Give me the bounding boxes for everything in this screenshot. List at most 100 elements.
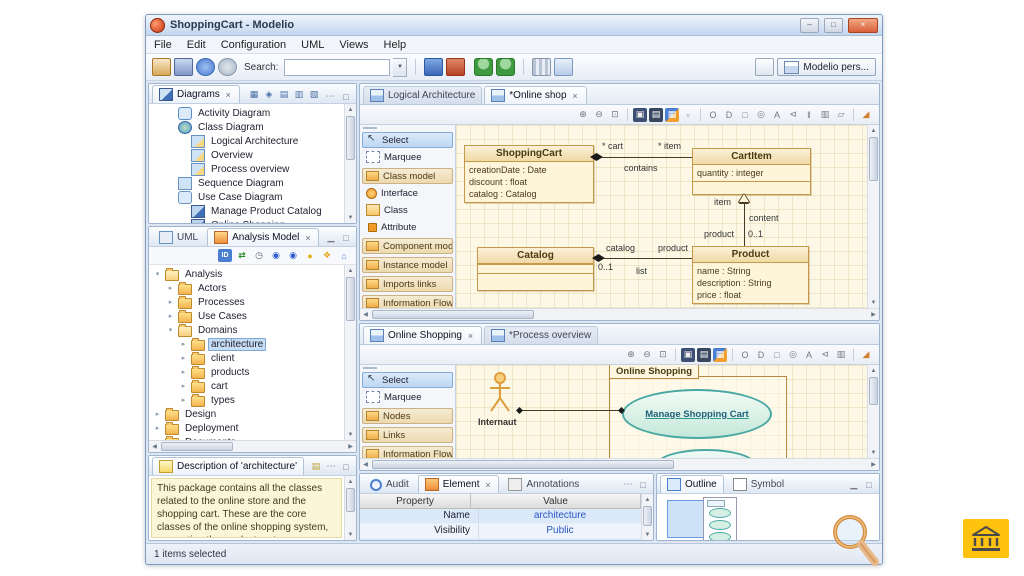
association-line[interactable] xyxy=(518,410,622,411)
palette-item[interactable]: Imports links xyxy=(362,276,453,292)
export-image-icon[interactable]: ▦ xyxy=(713,348,727,362)
column-header[interactable]: Value xyxy=(471,494,641,508)
scroll-up-icon[interactable]: ▲ xyxy=(642,494,653,505)
tree-item[interactable]: ▸ Actors xyxy=(149,281,344,295)
scroll-thumb[interactable] xyxy=(869,377,878,405)
menu-item[interactable]: Edit xyxy=(187,39,206,51)
show-notes-icon[interactable]: □ xyxy=(770,348,784,362)
properties-tab[interactable]: Element × xyxy=(418,475,500,493)
show-attributes-icon[interactable]: A xyxy=(802,348,816,362)
tree-item[interactable]: Online Shopping xyxy=(149,218,344,223)
save-image-icon[interactable]: ▤ xyxy=(697,348,711,362)
close-icon[interactable]: × xyxy=(466,331,475,341)
new-model-icon[interactable] xyxy=(152,58,171,76)
diagram-toolbar-icon[interactable] xyxy=(853,348,854,361)
snapshot-icon[interactable]: ▣ xyxy=(681,348,695,362)
scroll-down-icon[interactable]: ▼ xyxy=(868,297,879,308)
add-user-icon[interactable] xyxy=(474,58,493,76)
new-state-diagram-icon[interactable]: ▧ xyxy=(307,88,321,101)
id-card-icon[interactable]: ID xyxy=(218,249,232,262)
tree-item[interactable]: ▸ Use Cases xyxy=(149,309,344,323)
expander-icon[interactable]: ▾ xyxy=(166,326,175,334)
close-icon[interactable]: × xyxy=(224,90,233,100)
properties-tab[interactable]: Annotations xyxy=(501,475,586,493)
tree-item[interactable]: ▸ products xyxy=(149,365,344,379)
class-shoppingcart[interactable]: ShoppingCart creationDate : Datediscount… xyxy=(464,145,594,203)
maximize-panel-icon[interactable]: □ xyxy=(339,231,353,244)
snapshot-icon[interactable]: ▣ xyxy=(633,108,647,122)
redo-icon[interactable] xyxy=(218,58,237,76)
scroll-thumb[interactable] xyxy=(346,488,355,512)
pen-icon[interactable]: ◢ xyxy=(859,348,873,362)
palette-item[interactable]: Links xyxy=(362,427,453,443)
scroll-thumb[interactable] xyxy=(161,442,233,451)
usecase-manage-shopping-cart[interactable]: Manage Shopping Cart xyxy=(622,389,772,439)
save-image-icon[interactable]: ▤ xyxy=(649,108,663,122)
new-note-icon[interactable]: ▤ xyxy=(309,460,323,473)
menu-item[interactable]: Configuration xyxy=(221,39,286,51)
expander-icon[interactable]: ▾ xyxy=(153,270,162,278)
sync-green-icon[interactable]: ⇄ xyxy=(235,249,249,262)
close-icon[interactable]: × xyxy=(483,480,492,490)
tree-item[interactable]: Logical Architecture xyxy=(149,134,344,148)
class-cartitem[interactable]: CartItem quantity : integer xyxy=(692,148,811,195)
tree-item[interactable]: ▸ Design xyxy=(149,407,344,421)
property-value[interactable] xyxy=(479,539,641,541)
scroll-left-icon[interactable]: ◀ xyxy=(360,459,371,470)
property-value[interactable]: architecture xyxy=(479,509,641,523)
tree-item[interactable]: ▸ Processes xyxy=(149,295,344,309)
scroll-thumb[interactable] xyxy=(346,277,355,321)
palette-item[interactable]: Select xyxy=(362,372,453,388)
expander-icon[interactable]: ▸ xyxy=(153,424,162,432)
new-activity-diagram-icon[interactable]: ▥ xyxy=(292,88,306,101)
hand-icon[interactable]: ❖ xyxy=(320,249,334,262)
model-panel-tab[interactable]: Analysis Model × xyxy=(207,228,319,246)
class-catalog[interactable]: Catalog xyxy=(477,247,594,291)
scroll-down-icon[interactable]: ▼ xyxy=(345,529,356,540)
vertical-scrollbar[interactable]: ▲ ▼ xyxy=(344,265,356,440)
tree-item[interactable]: Sequence Diagram xyxy=(149,176,344,190)
scroll-down-icon[interactable]: ▼ xyxy=(345,212,356,223)
model-panel-tab[interactable]: UML xyxy=(152,228,205,246)
layout-icon[interactable] xyxy=(532,58,551,76)
tab-description[interactable]: Description of 'architecture' xyxy=(152,457,304,475)
new-sequence-diagram-icon[interactable]: ▤ xyxy=(277,88,291,101)
search-input[interactable] xyxy=(284,59,390,76)
editor-tab[interactable]: Online Shopping × xyxy=(363,326,482,344)
uml-scope-icon[interactable]: ◉ xyxy=(286,249,300,262)
close-icon[interactable]: × xyxy=(571,91,580,101)
show-packages-icon[interactable]: O xyxy=(706,108,720,122)
outline-tab[interactable]: Symbol xyxy=(726,475,791,493)
view-menu-icon[interactable]: ⋯ xyxy=(324,460,338,473)
show-notes-icon[interactable]: □ xyxy=(738,108,752,122)
view-menu-icon[interactable]: ⋯ xyxy=(323,90,337,103)
association-line[interactable] xyxy=(744,202,745,246)
class-product[interactable]: Product name : Stringdescription : Strin… xyxy=(692,246,809,304)
palette-item[interactable]: Information Flows xyxy=(362,295,453,308)
scroll-right-icon[interactable]: ▶ xyxy=(868,459,879,470)
help-book-icon[interactable] xyxy=(424,58,443,76)
minimize-button[interactable] xyxy=(800,18,819,33)
zoom-out-icon[interactable]: ⊖ xyxy=(640,348,654,362)
tree-item[interactable]: ▸ Deployment xyxy=(149,421,344,435)
show-datatypes-icon[interactable]: D xyxy=(754,348,768,362)
home-icon[interactable]: ⌂ xyxy=(337,249,351,262)
page-setup-icon[interactable]: ▫ xyxy=(681,108,695,122)
horizontal-scrollbar[interactable]: ◀ ▶ xyxy=(149,440,356,452)
tree-item[interactable]: ▾ Domains xyxy=(149,323,344,337)
tab-diagrams[interactable]: Diagrams × xyxy=(152,85,240,103)
package-title[interactable]: Online Shopping xyxy=(609,365,699,379)
palette-item[interactable]: Class xyxy=(362,202,453,218)
tree-item[interactable]: ▸ types xyxy=(149,393,344,407)
scroll-up-icon[interactable]: ▲ xyxy=(345,476,356,487)
maximize-panel-icon[interactable]: □ xyxy=(862,478,876,491)
tree-item[interactable]: Class Diagram xyxy=(149,120,344,134)
table-row[interactable]: Visibility Public xyxy=(360,524,641,539)
palette-item[interactable]: Select xyxy=(362,132,453,148)
view-menu-icon[interactable]: ⋯ xyxy=(621,478,635,491)
show-pages-icon[interactable]: ▥ xyxy=(834,348,848,362)
expander-icon[interactable]: ▸ xyxy=(179,382,188,390)
tree-item[interactable]: ▸ cart xyxy=(149,379,344,393)
scroll-right-icon[interactable]: ▶ xyxy=(345,441,356,452)
zoom-out-icon[interactable]: ⊖ xyxy=(592,108,606,122)
